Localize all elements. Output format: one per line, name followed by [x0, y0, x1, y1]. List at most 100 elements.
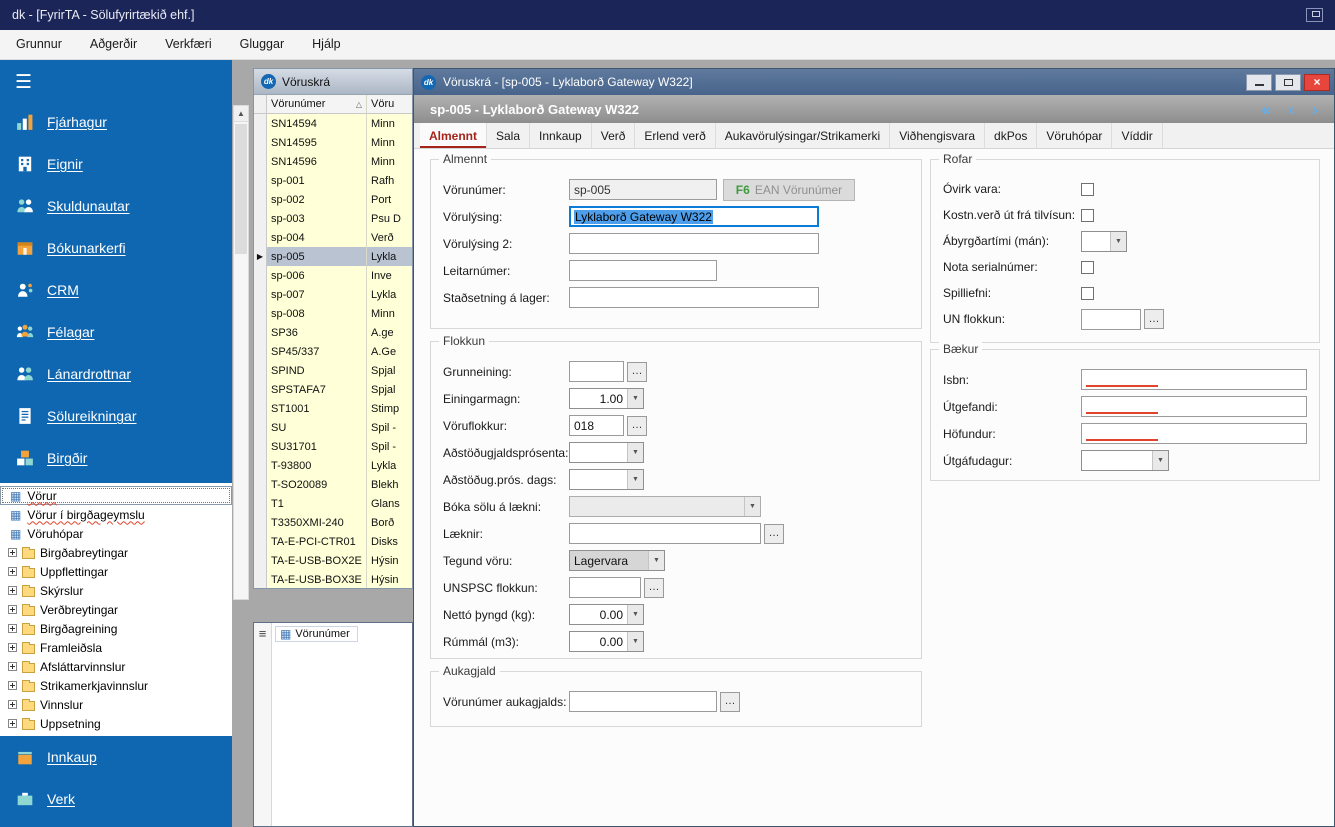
menubar-item[interactable]: Aðgerðir — [76, 30, 151, 59]
table-row[interactable]: ▶ SPIND Spjal — [254, 361, 412, 380]
maximize-button[interactable] — [1275, 73, 1301, 91]
expand-plus-icon[interactable] — [8, 681, 17, 690]
table-row[interactable]: ▶ sp-002 Port — [254, 190, 412, 209]
menubar-item[interactable]: Grunnur — [2, 30, 76, 59]
sidebar-folder-item[interactable]: Skýrslur — [0, 581, 232, 600]
expand-plus-icon[interactable] — [8, 643, 17, 652]
expand-plus-icon[interactable] — [8, 662, 17, 671]
table-row[interactable]: ▶ SP45/337 A.Ge — [254, 342, 412, 361]
laeknir-input[interactable] — [569, 523, 761, 544]
column-header-vorunumer[interactable]: Vörunúmer △ — [267, 95, 367, 113]
tegund-voru-combo[interactable]: Lagervara — [569, 550, 665, 571]
sidebar-folder-item[interactable]: Birgðabreytingar — [0, 543, 232, 562]
sidebar-view-vorur-i-birgdageymslu[interactable]: ▦ Vörur í birgðageymslu — [0, 505, 232, 524]
table-row[interactable]: ▶ sp-001 Rafh — [254, 171, 412, 190]
table-row[interactable]: ▶ TA-E-USB-BOX2E Hýsin — [254, 551, 412, 570]
table-row[interactable]: ▶ sp-006 Inve — [254, 266, 412, 285]
hamburger-menu-icon[interactable]: ☰ — [0, 60, 232, 101]
table-row[interactable]: ▶ sp-008 Minn — [254, 304, 412, 323]
filter-field-chip[interactable]: ▦ Vörunúmer — [275, 626, 358, 642]
table-row[interactable]: ▶ sp-004 Verð — [254, 228, 412, 247]
table-row[interactable]: ▶ T3350XMI-240 Borð — [254, 513, 412, 532]
tab[interactable]: Verð — [592, 123, 636, 148]
sidebar-item-innkaup[interactable]: Innkaup — [0, 736, 232, 778]
expand-plus-icon[interactable] — [8, 719, 17, 728]
sidebar-view-voruhopar[interactable]: ▦ Vöruhópar — [0, 524, 232, 543]
sidebar-item-verk[interactable]: Verk — [0, 778, 232, 820]
table-row[interactable]: ▶ SU Spil - — [254, 418, 412, 437]
kostnverd-checkbox[interactable] — [1081, 208, 1094, 222]
sidebar-view-vorur[interactable]: ▦ Vörur — [0, 486, 232, 505]
list-vertical-scrollbar[interactable]: ▲ — [233, 105, 249, 600]
close-button[interactable]: × — [1304, 73, 1330, 91]
voruflokkur-input[interactable]: 018 — [569, 415, 624, 436]
table-row[interactable]: ▶ SN14595 Minn — [254, 133, 412, 152]
table-row[interactable]: ▶ sp-005 Lykla — [254, 247, 412, 266]
stadsetning-input[interactable] — [569, 287, 819, 308]
previous-record-icon[interactable]: ‹ — [1289, 101, 1295, 118]
grunneining-input[interactable] — [569, 361, 624, 382]
menubar-item[interactable]: Verkfæri — [151, 30, 226, 59]
window-restore-icon[interactable] — [1306, 8, 1323, 22]
sidebar-item-skuldunautar[interactable]: Skuldunautar — [0, 185, 232, 227]
tab[interactable]: Víddir — [1112, 123, 1163, 148]
column-header-voru[interactable]: Vöru — [367, 95, 412, 113]
sidebar-item-crm[interactable]: CRM — [0, 269, 232, 311]
table-row[interactable]: ▶ T1 Glans — [254, 494, 412, 513]
leitarnumer-input[interactable] — [569, 260, 717, 281]
table-row[interactable]: ▶ SN14596 Minn — [254, 152, 412, 171]
minimize-button[interactable] — [1246, 73, 1272, 91]
next-record-icon[interactable]: › — [1312, 101, 1318, 118]
aukagjald-lookup-button[interactable] — [720, 691, 740, 712]
menu-lines-icon[interactable]: ≡ — [259, 626, 267, 826]
table-row[interactable]: ▶ TA-E-PCI-CTR01 Disks — [254, 532, 412, 551]
un-flokkun-input[interactable] — [1081, 308, 1141, 330]
voruflokkur-lookup-button[interactable] — [627, 415, 647, 436]
sidebar-item-lanardrottnar[interactable]: Lánardrottnar — [0, 353, 232, 395]
table-row[interactable]: ▶ ST1001 Stimp — [254, 399, 412, 418]
expand-plus-icon[interactable] — [8, 605, 17, 614]
adstodugjaldsprosenta-combo[interactable] — [569, 442, 644, 463]
vorunumer-aukagjalds-input[interactable] — [569, 691, 717, 712]
table-row[interactable]: ▶ SPSTAFA7 Spjal — [254, 380, 412, 399]
expand-plus-icon[interactable] — [8, 624, 17, 633]
detail-titlebar[interactable]: dk Vöruskrá - [sp-005 - Lyklaborð Gatewa… — [414, 69, 1334, 95]
spilliefni-checkbox[interactable] — [1081, 286, 1094, 300]
table-row[interactable]: ▶ TA-E-USB-BOX3E Hýsin — [254, 570, 412, 588]
menubar-item[interactable]: Hjálp — [298, 30, 355, 59]
table-row[interactable]: ▶ T-93800 Lykla — [254, 456, 412, 475]
sidebar-item-felagar[interactable]: Félagar — [0, 311, 232, 353]
vorulysing-input[interactable]: Lyklaborð Gateway W322 — [569, 206, 819, 227]
tab[interactable]: Aukavörulýsingar/Strikamerki — [716, 123, 891, 148]
tab[interactable]: Erlend verð — [635, 123, 716, 148]
unspsc-lookup-button[interactable] — [644, 577, 664, 598]
unspsc-input[interactable] — [569, 577, 641, 598]
sidebar-folder-item[interactable]: Birgðagreining — [0, 619, 232, 638]
tab[interactable]: Almennt — [420, 123, 487, 148]
sidebar-folder-item[interactable]: Framleiðsla — [0, 638, 232, 657]
table-row[interactable]: ▶ SU31701 Spil - — [254, 437, 412, 456]
sidebar-folder-item[interactable]: Strikamerkjavinnslur — [0, 676, 232, 695]
nota-serialnumer-checkbox[interactable] — [1081, 260, 1094, 274]
sidebar-item-fjarhagur[interactable]: Fjárhagur — [0, 101, 232, 143]
boka-solu-combo[interactable] — [569, 496, 761, 517]
tab[interactable]: dkPos — [985, 123, 1038, 148]
ovirk-vara-checkbox[interactable] — [1081, 182, 1094, 196]
sidebar-folder-item[interactable]: Uppflettingar — [0, 562, 232, 581]
vorulysing2-input[interactable] — [569, 233, 819, 254]
table-row[interactable]: ▶ SN14594 Minn — [254, 114, 412, 133]
table-row[interactable]: ▶ sp-003 Psu D — [254, 209, 412, 228]
tab[interactable]: Viðhengisvara — [890, 123, 986, 148]
expand-plus-icon[interactable] — [8, 548, 17, 557]
sidebar-item-solureikningar[interactable]: Sölureikningar — [0, 395, 232, 437]
scrollbar-up-icon[interactable]: ▲ — [234, 106, 248, 122]
expand-plus-icon[interactable] — [8, 700, 17, 709]
sidebar-folder-item[interactable]: Verðbreytingar — [0, 600, 232, 619]
tab[interactable]: Innkaup — [530, 123, 592, 148]
ean-vorunumer-button[interactable]: F6 EAN Vörunúmer — [723, 178, 855, 201]
first-record-icon[interactable]: « — [1261, 101, 1270, 118]
sidebar-item-birgdir[interactable]: Birgðir — [0, 437, 232, 479]
sidebar-folder-item[interactable]: Uppsetning — [0, 714, 232, 733]
isbn-input[interactable] — [1081, 369, 1307, 390]
sidebar-item-bokunarkerfi[interactable]: Bókunarkerfi — [0, 227, 232, 269]
